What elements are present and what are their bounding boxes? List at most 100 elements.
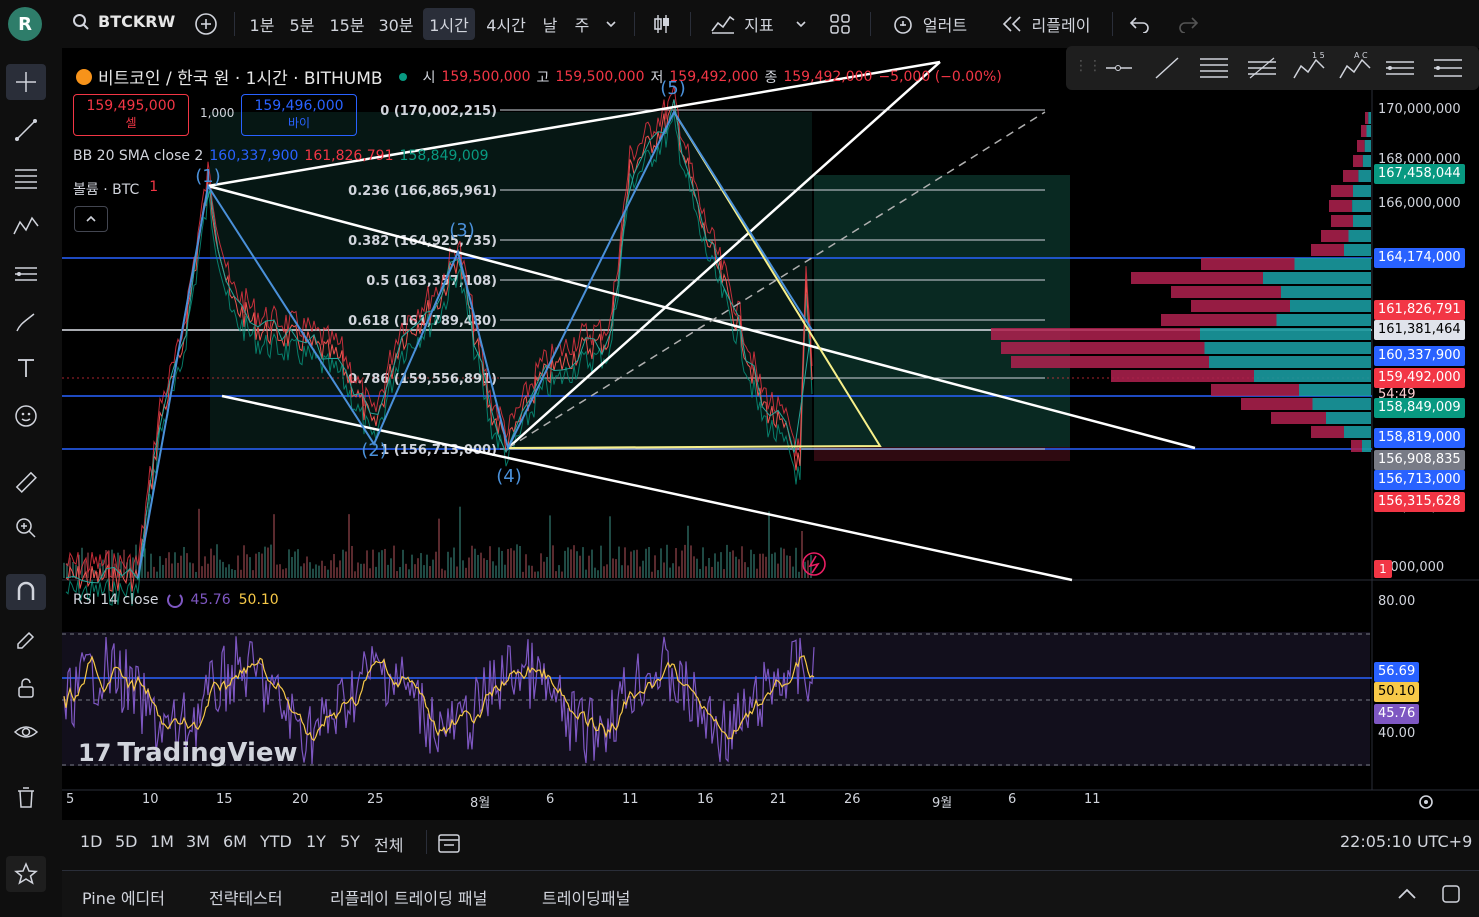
range-1y[interactable]: 1Y xyxy=(306,832,326,851)
interval-day[interactable]: 날 xyxy=(536,8,564,40)
chevron-up-icon[interactable] xyxy=(1396,885,1418,903)
price-axis-label: 156,908,835 xyxy=(1374,450,1465,470)
fib-tool[interactable] xyxy=(6,160,46,196)
volume-legend[interactable]: 볼륨 · BTC 1 xyxy=(73,179,158,199)
interval-1m[interactable]: 1분 xyxy=(244,8,280,40)
brush-tool[interactable] xyxy=(6,304,46,340)
long-position-icon[interactable] xyxy=(1432,56,1464,80)
time-axis-tick: 10 xyxy=(142,792,159,807)
interval-4h[interactable]: 4시간 xyxy=(480,8,532,40)
range-3m[interactable]: 3M xyxy=(186,832,210,851)
eye-icon xyxy=(13,726,39,738)
collapse-legend-button[interactable] xyxy=(74,206,108,232)
tradingview-watermark: 17 TradingView xyxy=(78,738,298,768)
favorites-tool[interactable] xyxy=(6,856,46,892)
replay-button[interactable]: 리플레이 xyxy=(992,8,1098,40)
symbol-name: BTCKRW xyxy=(98,12,176,31)
indicators-button[interactable]: 지표 xyxy=(704,8,780,40)
horizontal-ray-icon[interactable] xyxy=(1104,56,1134,80)
alert-button[interactable]: 얼러트 xyxy=(884,8,974,40)
date-range-icon[interactable] xyxy=(436,830,462,856)
volume-profile-bar xyxy=(1358,170,1371,182)
time-axis-tick: 6 xyxy=(1008,792,1017,807)
chart-type-button[interactable] xyxy=(646,8,678,40)
layout-button[interactable] xyxy=(824,8,856,40)
volume-profile-bar xyxy=(1171,286,1281,298)
trend-line-tool[interactable] xyxy=(6,112,46,148)
tradingview-logo-icon: 17 xyxy=(78,739,112,767)
interval-1h[interactable]: 1시간 xyxy=(423,8,475,40)
chart-area[interactable]: 0 (170,002,215) 0.236 (166,865,961) 0.382 … xyxy=(62,48,1479,820)
crosshair-tool[interactable] xyxy=(6,64,46,100)
drag-handle-icon[interactable]: ⋮⋮ xyxy=(1074,58,1102,74)
user-avatar[interactable]: R xyxy=(8,7,42,41)
price-axis-label: 156,713,000 xyxy=(1374,470,1465,490)
plus-circle-icon xyxy=(195,13,217,35)
divider xyxy=(870,12,871,36)
tab-strategy-tester[interactable]: 전략테스터 xyxy=(209,885,283,909)
chart-settings-button[interactable] xyxy=(1416,792,1436,816)
replay-label: 리플레이 xyxy=(1031,16,1091,35)
range-ytd[interactable]: YTD xyxy=(260,832,292,851)
bb-legend[interactable]: BB 20 SMA close 2 160,337,900 161,826,79… xyxy=(73,148,489,164)
interval-dropdown[interactable] xyxy=(600,8,622,40)
volume-profile-bar xyxy=(1357,140,1365,152)
indicators-label: 지표 xyxy=(744,16,774,35)
volume-profile-bar xyxy=(1344,244,1371,256)
redo-icon xyxy=(1179,17,1199,33)
projection-tool-icon[interactable] xyxy=(1384,56,1416,80)
range-1m[interactable]: 1M xyxy=(150,832,174,851)
range-5y[interactable]: 5Y xyxy=(340,832,360,851)
emoji-tool[interactable] xyxy=(6,398,46,434)
price-axis-label: 164,174,000 xyxy=(1374,248,1465,268)
volume-profile-bar xyxy=(1353,185,1371,197)
sell-button[interactable]: 159,495,000 셀 xyxy=(73,94,189,136)
indicator-templates-dropdown[interactable] xyxy=(790,8,812,40)
delete-drawings-tool[interactable] xyxy=(6,780,46,816)
rsi-axis-label: 50.10 xyxy=(1374,682,1420,702)
maximize-panel-icon[interactable] xyxy=(1440,883,1462,905)
redo-button[interactable] xyxy=(1172,8,1204,40)
undo-button[interactable] xyxy=(1124,8,1156,40)
magnet-tool[interactable] xyxy=(6,574,46,610)
time-axis-tick: 6 xyxy=(546,792,555,807)
lock-drawing-tool[interactable] xyxy=(6,622,46,658)
add-symbol-button[interactable] xyxy=(190,8,222,40)
pattern-tool[interactable] xyxy=(6,208,46,244)
range-6m[interactable]: 6M xyxy=(223,832,247,851)
wave-label: (2) xyxy=(361,440,387,461)
text-tool[interactable] xyxy=(6,350,46,386)
rsi-legend[interactable]: RSI 14 close 45.76 50.10 xyxy=(73,592,279,608)
volume-profile-bar xyxy=(1329,200,1353,212)
interval-15m[interactable]: 15분 xyxy=(326,8,368,40)
elliott-wave-icon[interactable]: 1 5 xyxy=(1292,52,1326,82)
zoom-in-tool[interactable] xyxy=(6,510,46,546)
interval-5m[interactable]: 5분 xyxy=(284,8,320,40)
volume-value: 1 xyxy=(149,179,159,195)
divider xyxy=(426,830,427,854)
trend-line-icon[interactable] xyxy=(1152,56,1182,80)
lock-all-tool[interactable] xyxy=(6,670,46,706)
range-all[interactable]: 전체 xyxy=(374,832,403,856)
hide-drawings-tool[interactable] xyxy=(6,714,46,750)
tab-pine-editor[interactable]: Pine 에디터 xyxy=(82,885,165,909)
range-1d[interactable]: 1D xyxy=(80,832,103,851)
fib-retracement-icon[interactable] xyxy=(1198,56,1230,80)
forecast-tool[interactable] xyxy=(6,256,46,292)
symbol-search[interactable]: BTCKRW xyxy=(72,12,175,31)
range-5d[interactable]: 5D xyxy=(115,832,138,851)
volume-profile-bar xyxy=(1362,155,1371,167)
interval-week[interactable]: 주 xyxy=(568,8,596,40)
measure-tool[interactable] xyxy=(6,464,46,500)
tab-replay-trading[interactable]: 리플레이 트레이딩 패널 xyxy=(330,885,487,909)
buy-button[interactable]: 159,496,000 바이 xyxy=(241,94,357,136)
abc-wave-icon[interactable]: A C xyxy=(1338,52,1372,82)
chart-title[interactable]: 비트코인 / 한국 원 · 1시간 · BITHUMB xyxy=(98,64,383,89)
volume-profile-bar xyxy=(1209,356,1371,368)
clock-timezone[interactable]: 22:05:10 UTC+9 xyxy=(1340,832,1472,851)
fib-extension-icon[interactable] xyxy=(1246,56,1278,80)
time-axis-tick: 15 xyxy=(216,792,233,807)
star-icon xyxy=(14,862,38,885)
tab-trading-panel[interactable]: 트레이딩패널 xyxy=(542,885,630,909)
interval-30m[interactable]: 30분 xyxy=(374,8,418,40)
